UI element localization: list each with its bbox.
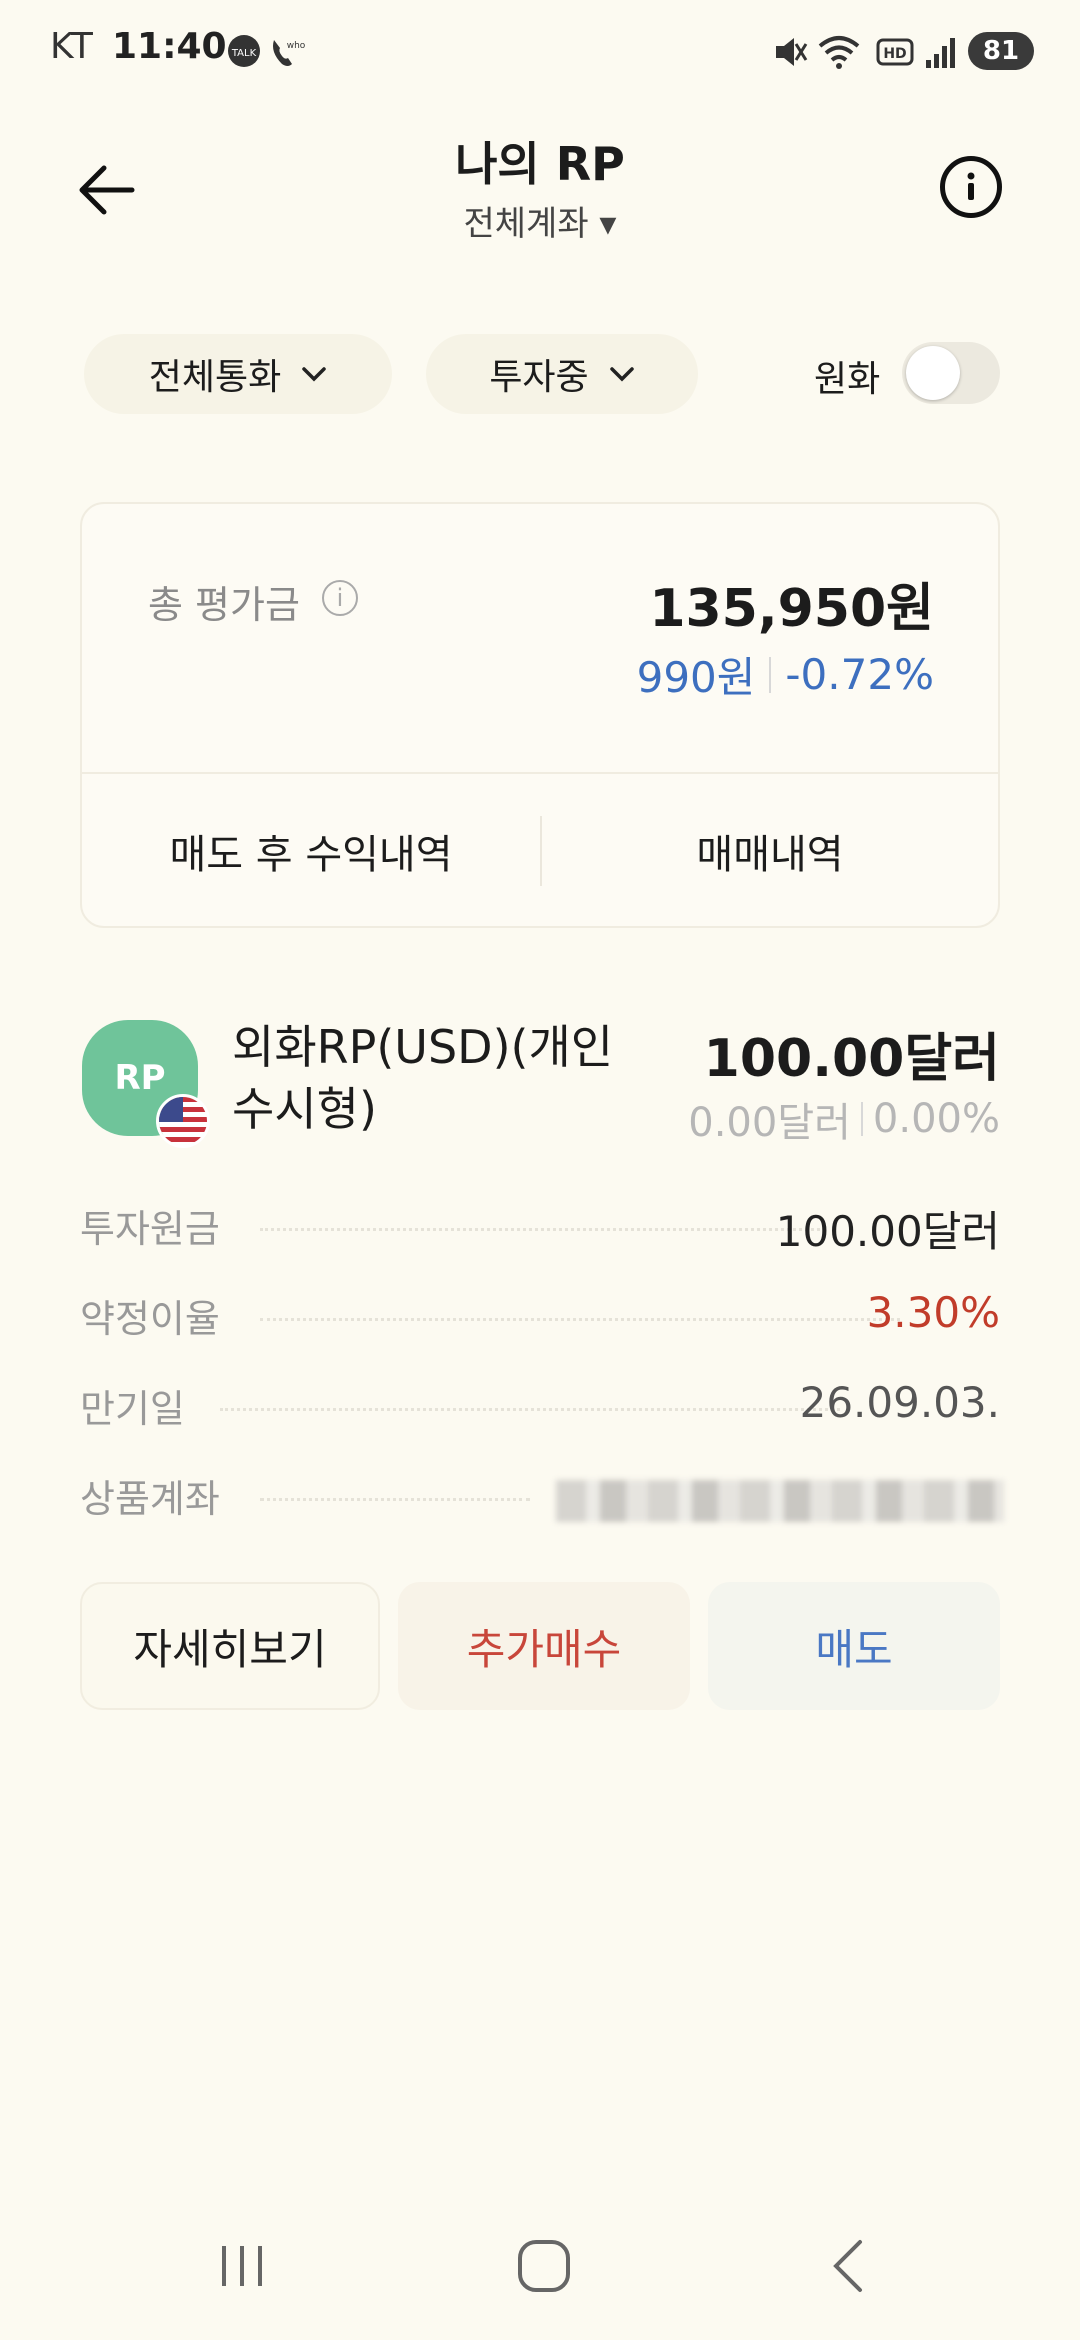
carrier-label: KT (50, 26, 93, 67)
detail-row-account: 상품계좌 (80, 1468, 1004, 1528)
clock: 11:40 (112, 26, 227, 67)
back-nav-icon (833, 2240, 862, 2292)
call-app-icon: who (273, 40, 306, 66)
info-button[interactable] (940, 156, 1002, 218)
chevron-down-icon (609, 367, 634, 382)
status-filter-dropdown[interactable]: 투자중 (426, 334, 698, 414)
sell-button[interactable]: 매도 (708, 1582, 1000, 1710)
home-button[interactable] (504, 2226, 584, 2306)
product-change-rate: 0.00% (872, 1096, 1000, 1142)
detail-value: 26.09.03. (799, 1378, 1000, 1427)
detail-label: 투자원금 (80, 1207, 220, 1251)
summary-card: 총 평가금 i 135,950원 990원 -0.72% 매도 후 수익내역 매… (80, 502, 1000, 928)
total-valuation-label: 총 평가금 (148, 583, 300, 627)
account-selector[interactable]: 전체계좌 ▾ (0, 196, 1080, 245)
back-nav-button[interactable] (808, 2226, 888, 2306)
product-name[interactable]: 외화RP(USD)(개인수시형) (232, 1016, 652, 1140)
svg-text:HD: HD (883, 46, 906, 62)
detail-label: 약정이율 (80, 1297, 220, 1341)
svg-text:TALK: TALK (231, 48, 257, 59)
total-change-rate: -0.72% (785, 650, 934, 699)
krw-toggle-label: 원화 (814, 359, 881, 400)
krw-toggle[interactable] (902, 342, 1000, 404)
hd-voice-icon: HD (876, 38, 914, 66)
total-valuation-value: 135,950원 (649, 579, 934, 639)
wifi-icon (818, 36, 860, 69)
toggle-knob (906, 346, 960, 400)
dotted-leader (260, 1498, 530, 1501)
svg-text:who: who (287, 41, 306, 51)
view-details-button[interactable]: 자세히보기 (80, 1582, 380, 1710)
total-change-row: 990원 -0.72% (637, 644, 934, 705)
detail-row-maturity: 만기일 26.09.03. (80, 1378, 1000, 1438)
home-icon (518, 2240, 570, 2292)
profit-history-button[interactable]: 매도 후 수익내역 (82, 774, 540, 928)
detail-row-principal: 투자원금 100.00달러 (80, 1198, 1000, 1258)
battery-indicator: 81 (968, 32, 1034, 70)
buy-more-button[interactable]: 추가매수 (398, 1582, 690, 1710)
recent-apps-button[interactable] (202, 2226, 282, 2306)
talk-notification-icon: TALK (228, 35, 260, 67)
divider (860, 1102, 863, 1136)
signal-icon (926, 38, 955, 68)
product-change-row: 0.00달러 0.00% (688, 1090, 1000, 1148)
trade-history-button[interactable]: 매매내역 (542, 774, 998, 928)
mute-icon (776, 38, 808, 66)
status-filter-label: 투자중 (489, 357, 589, 398)
dotted-leader (220, 1408, 840, 1411)
detail-row-rate: 약정이율 3.30% (80, 1288, 1000, 1348)
masked-account-number (556, 1480, 1004, 1522)
info-icon (967, 172, 975, 200)
detail-value: 3.30% (866, 1288, 1000, 1337)
currency-filter-label: 전체통화 (148, 357, 282, 398)
detail-label: 상품계좌 (80, 1477, 220, 1521)
recent-apps-icon (222, 2246, 262, 2286)
product-value: 100.00달러 (703, 1029, 1000, 1089)
product-change-amount: 0.00달러 (688, 1100, 851, 1146)
currency-filter-dropdown[interactable]: 전체통화 (84, 334, 392, 414)
total-change-amount: 990원 (636, 653, 756, 702)
us-flag-icon (156, 1094, 210, 1148)
page-title: 나의 RP (455, 137, 625, 191)
total-info-icon[interactable]: i (322, 580, 358, 616)
dotted-leader (260, 1318, 900, 1321)
status-bar: KT 11:40 TALK who HD 81 (0, 0, 1080, 100)
divider (769, 656, 772, 693)
dotted-leader (260, 1228, 820, 1231)
detail-label: 만기일 (80, 1387, 185, 1431)
detail-value: 100.00달러 (775, 1207, 1000, 1256)
chevron-down-icon (302, 367, 326, 382)
